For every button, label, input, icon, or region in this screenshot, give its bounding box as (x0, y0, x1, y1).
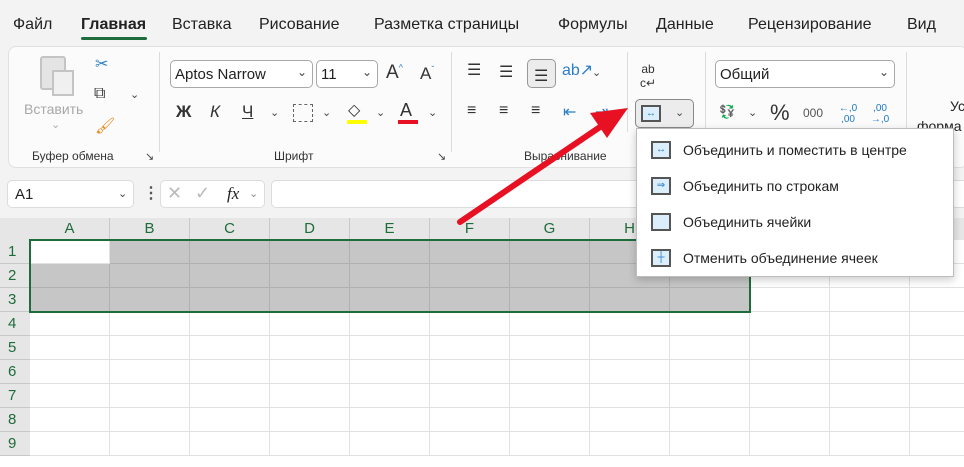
menu-item-label: Объединить по строкам (683, 178, 839, 194)
arrow-shaft (457, 124, 603, 225)
merge-cells-icon (651, 213, 671, 231)
menu-item-merge-across[interactable]: ⇒ Объединить по строкам (637, 168, 953, 204)
merge-dropdown-menu: ↔ Объединить и поместить в центре ⇒ Объедин… (636, 128, 954, 277)
merge-center-icon: ↔ (651, 141, 671, 159)
menu-item-merge-cells[interactable]: Объединить ячейки (637, 204, 953, 240)
menu-item-merge-center[interactable]: ↔ Объединить и поместить в центре (637, 132, 953, 168)
menu-item-label: Объединить ячейки (683, 214, 812, 230)
menu-item-label: Объединить и поместить в центре (683, 142, 907, 158)
unmerge-cells-icon: ┼ (651, 249, 671, 267)
menu-item-label: Отменить объединение ячеек (683, 250, 878, 266)
merge-across-icon: ⇒ (651, 177, 671, 195)
menu-item-unmerge-cells[interactable]: ┼ Отменить объединение ячеек (637, 240, 953, 276)
